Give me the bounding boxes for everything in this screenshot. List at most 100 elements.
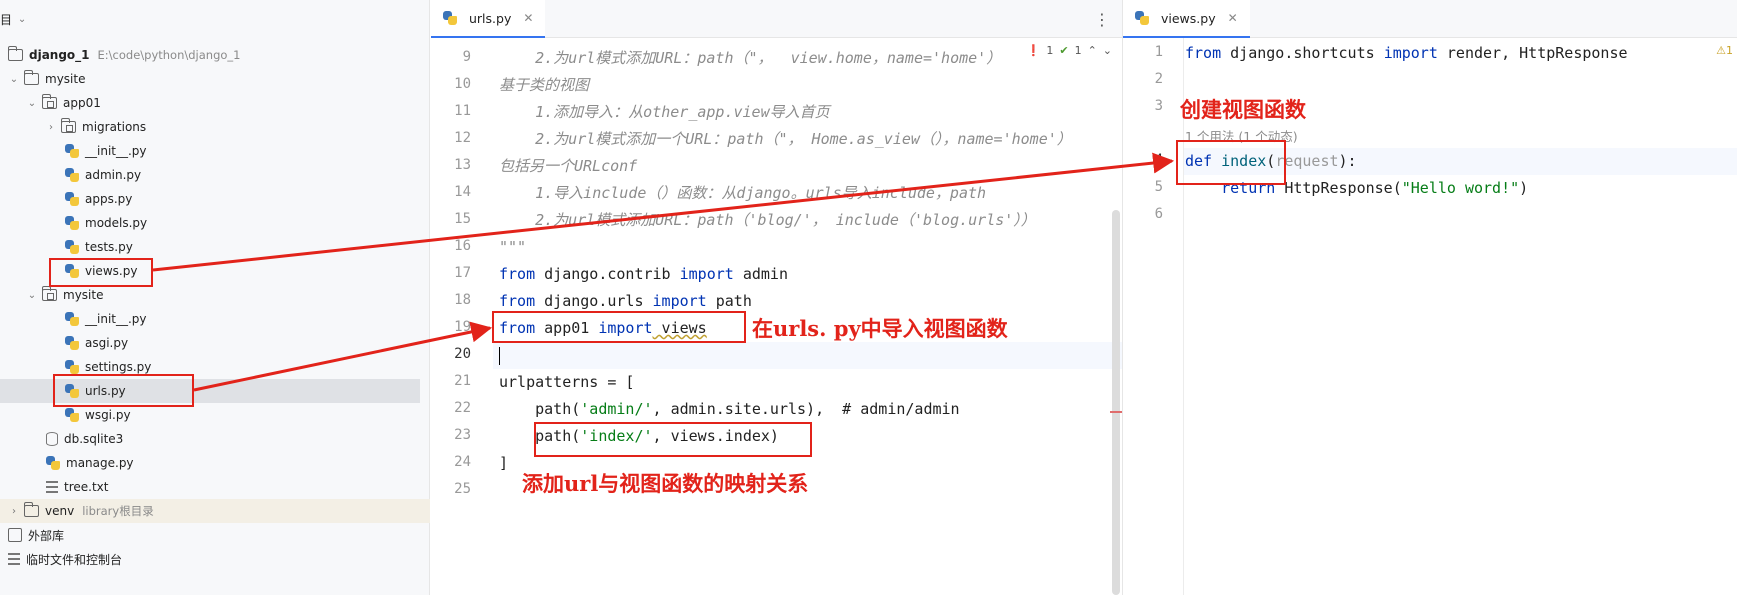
chevron-down-icon[interactable]: ⌄ xyxy=(16,14,28,25)
project-panel: 目 ⌄ django_1 E:\code\python\django_1 ⌄ m… xyxy=(0,0,430,595)
check-icon: ✔ xyxy=(1059,44,1069,57)
tree-item-label: asgi.py xyxy=(85,336,129,350)
code-line[interactable]: 基于类的视图 xyxy=(499,72,589,99)
comment-text: 基于类的视图 xyxy=(499,76,590,94)
tree-item-admin[interactable]: admin.py xyxy=(0,163,420,187)
line-gutter: 9 10 11 12 13 14 15 16 17 18 19 20 21 22… xyxy=(431,38,493,595)
tree-item-scratches[interactable]: 临时文件和控制台 xyxy=(0,547,420,571)
editor-tabbar: views.py ✕ xyxy=(1123,0,1737,38)
code-text: django.shortcuts xyxy=(1221,44,1384,62)
tree-item-venv[interactable]: › venv library根目录 xyxy=(0,499,430,523)
chevron-right-icon[interactable]: › xyxy=(45,122,57,133)
python-file-icon xyxy=(1135,11,1149,25)
ok-count: 1 xyxy=(1074,44,1082,57)
editor-tabbar: urls.py ✕ ⋮ xyxy=(431,0,1122,38)
code-text: django.contrib xyxy=(535,265,680,283)
chevron-down-icon[interactable]: ⌄ xyxy=(26,290,38,301)
tab-label: views.py xyxy=(1161,10,1216,26)
tree-item-label: __init__.py xyxy=(85,144,147,158)
chevron-down-icon[interactable]: ⌄ xyxy=(26,98,38,109)
chevron-up-icon[interactable]: ⌃ xyxy=(1088,44,1097,57)
annotation-create-view: 创建视图函数 xyxy=(1180,97,1306,122)
text-cursor xyxy=(499,346,500,365)
code-line[interactable]: ] xyxy=(499,450,508,477)
tree-item-apps[interactable]: apps.py xyxy=(0,187,420,211)
tree-item-tests[interactable]: tests.py xyxy=(0,235,420,259)
chevron-down-icon[interactable]: ⌄ xyxy=(1103,44,1112,57)
tree-item-label: __init__.py xyxy=(85,312,147,326)
close-icon[interactable]: ✕ xyxy=(1228,11,1238,25)
python-file-icon xyxy=(46,456,60,470)
string-literal: 'admin/' xyxy=(580,400,653,418)
tab-urls[interactable]: urls.py ✕ xyxy=(431,0,546,38)
chevron-right-icon[interactable]: › xyxy=(8,506,20,517)
code-line[interactable]: from django.shortcuts import render, Htt… xyxy=(1185,40,1628,67)
line-number: 6 xyxy=(1154,206,1163,222)
keyword: import xyxy=(679,265,734,283)
package-icon xyxy=(42,286,57,301)
line-number: 4 xyxy=(1154,152,1163,168)
line-number: 2 xyxy=(1154,71,1163,87)
editor-urls[interactable]: urls.py ✕ ⋮ ❗ 1 ✔ 1 ⌃ ⌄ 9 10 11 12 13 14… xyxy=(431,0,1122,595)
tree-item-db[interactable]: db.sqlite3 xyxy=(0,427,420,451)
python-file-icon xyxy=(65,240,79,254)
python-file-icon xyxy=(443,11,457,25)
code-line[interactable]: from django.contrib import admin xyxy=(499,261,788,288)
code-line[interactable]: 2.为url模式添加URL：path（"， view.home，name='ho… xyxy=(499,45,1001,72)
more-options-icon[interactable]: ⋮ xyxy=(1094,10,1110,29)
line-number: 23 xyxy=(454,427,471,443)
code-text: django.urls xyxy=(535,292,653,310)
inspection-widget[interactable]: ❗ 1 ✔ 1 ⌃ ⌄ xyxy=(1027,44,1112,57)
tree-item-label: 临时文件和控制台 xyxy=(26,552,123,567)
line-gutter: 1 2 3 4 5 6 xyxy=(1123,38,1183,595)
tree-item-asgi[interactable]: asgi.py xyxy=(0,331,420,355)
tree-item-manage[interactable]: manage.py xyxy=(0,451,420,475)
code-line[interactable]: 包括另一个URLconf xyxy=(499,153,637,180)
tree-item-migrations[interactable]: › migrations xyxy=(0,115,420,139)
error-count: 1 xyxy=(1046,44,1054,57)
python-file-icon xyxy=(65,408,79,422)
annotation-add-mapping: 添加url与视图函数的映射关系 xyxy=(522,471,809,496)
tree-item-hint: library根目录 xyxy=(82,504,154,518)
tree-item-init[interactable]: __init__.py xyxy=(0,307,420,331)
code-line[interactable]: 1.导入include（）函数：从django。urls导入include，pa… xyxy=(499,180,986,207)
python-file-icon xyxy=(65,336,79,350)
code-line[interactable]: """ xyxy=(499,234,526,261)
tab-views[interactable]: views.py ✕ xyxy=(1123,0,1250,38)
line-number: 25 xyxy=(454,481,471,497)
code-line[interactable]: urlpatterns = [ xyxy=(499,369,634,396)
chevron-down-icon[interactable]: ⌄ xyxy=(8,74,20,85)
code-line[interactable]: 1.添加导入：从other_app.view导入首页 xyxy=(499,99,830,126)
tree-item-models[interactable]: models.py xyxy=(0,211,420,235)
package-icon xyxy=(61,118,76,133)
keyword: from xyxy=(1185,44,1222,62)
close-icon[interactable]: ✕ xyxy=(523,11,533,25)
tree-item-app01[interactable]: ⌄ app01 xyxy=(0,91,420,115)
project-panel-header[interactable]: 目 ⌄ xyxy=(0,8,32,30)
tree-item-label: app01 xyxy=(63,96,101,110)
package-icon xyxy=(42,94,57,109)
code-line[interactable]: 2.为url模式添加URL：path（'blog/'， include（'blo… xyxy=(499,207,1036,234)
code-line[interactable] xyxy=(499,342,500,369)
tree-item-mysite[interactable]: ⌄ mysite xyxy=(0,67,420,91)
line-number: 24 xyxy=(454,454,471,470)
line-number: 18 xyxy=(454,292,471,308)
tree-item-external-libs[interactable]: 外部库 xyxy=(0,523,420,547)
keyword: import xyxy=(652,292,707,310)
python-file-icon xyxy=(65,144,79,158)
python-file-icon xyxy=(65,360,79,374)
error-stripe-mark[interactable] xyxy=(1110,411,1122,413)
editor-views[interactable]: views.py ✕ ⚠1 1 2 3 4 5 6 from django.sh… xyxy=(1122,0,1737,595)
tree-item-init[interactable]: __init__.py xyxy=(0,139,420,163)
editor-scrollbar[interactable] xyxy=(1112,210,1120,595)
library-icon xyxy=(8,528,22,542)
folder-icon xyxy=(24,70,39,85)
folder-icon xyxy=(24,502,39,517)
tree-item-django-1[interactable]: django_1 E:\code\python\django_1 xyxy=(0,43,420,67)
comment-text: 2.为url模式添加URL：path（'blog/'， include（'blo… xyxy=(499,211,1036,229)
tree-item-tree[interactable]: tree.txt xyxy=(0,475,420,499)
code-line[interactable]: path('admin/', admin.site.urls), # admin… xyxy=(499,396,959,423)
code-line[interactable]: 2.为url模式添加一个URL：path（"， Home.as_view（），n… xyxy=(499,126,1072,153)
tree-item-label: 外部库 xyxy=(28,528,65,543)
warning-indicator[interactable]: ⚠1 xyxy=(1716,44,1733,57)
